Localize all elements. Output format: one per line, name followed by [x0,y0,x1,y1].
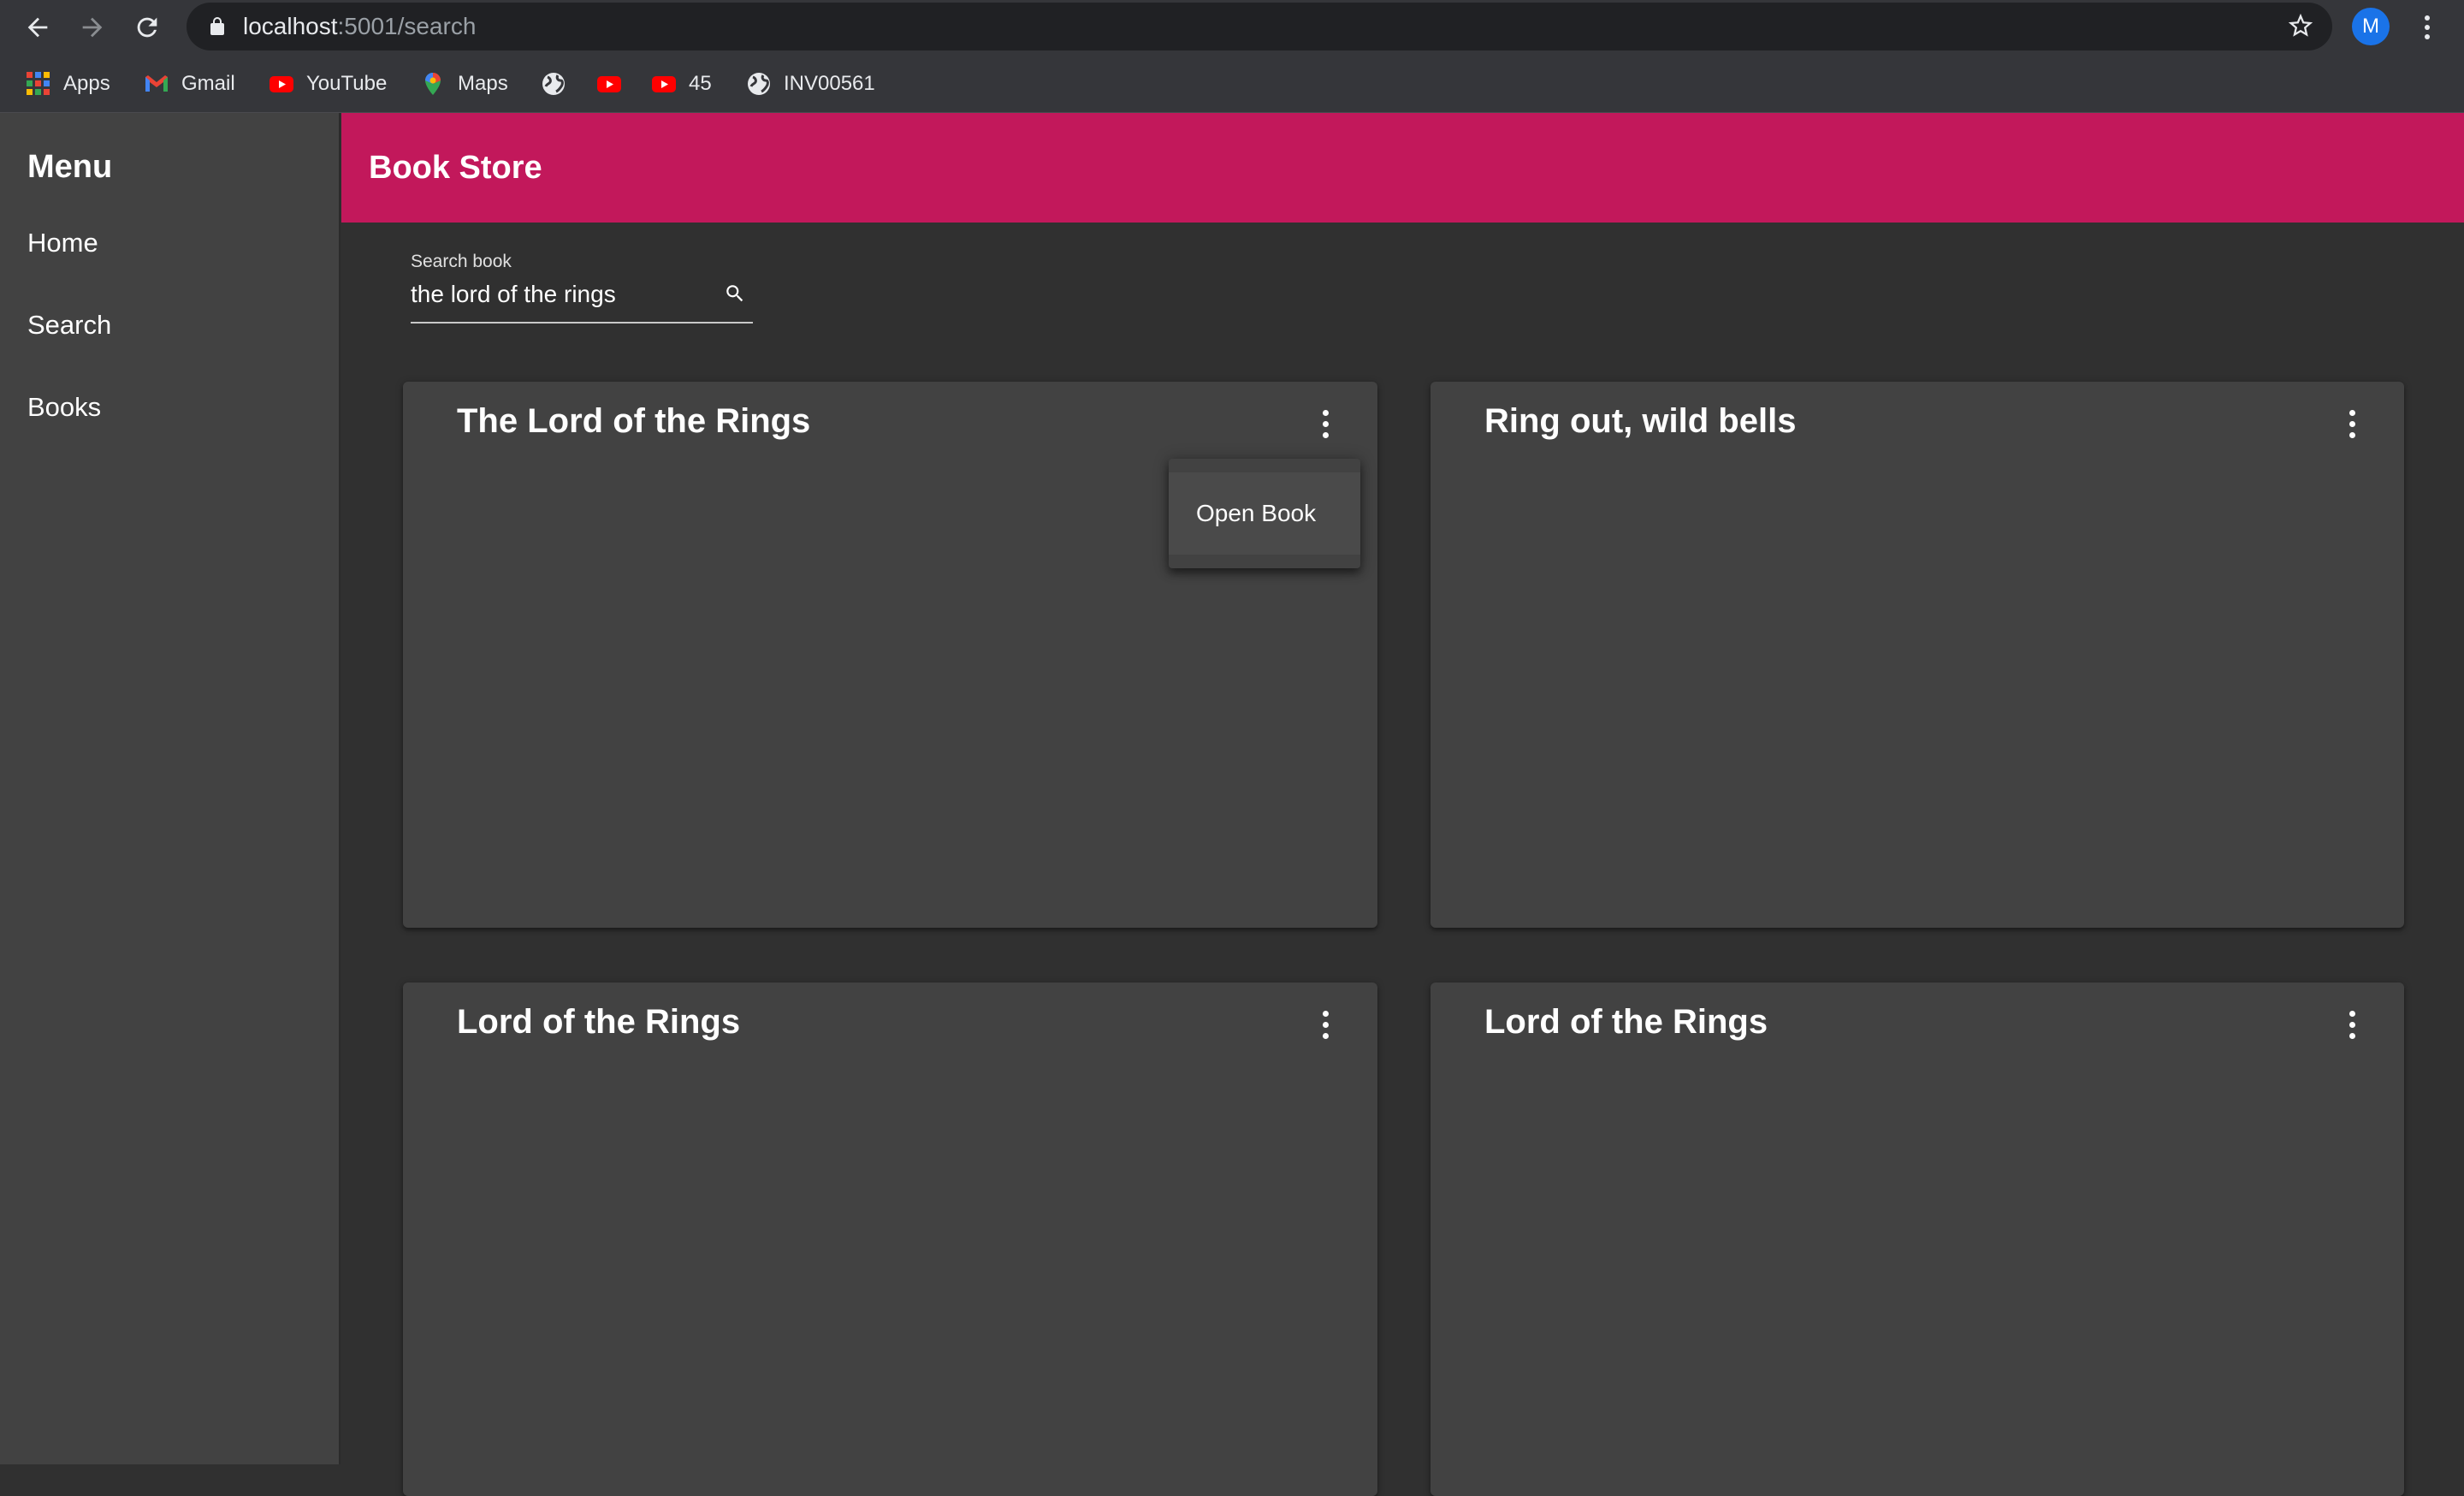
apps-grid-icon [27,72,50,95]
youtube-icon [652,76,676,92]
arrow-right-icon [82,17,103,38]
maps-pin-icon [425,73,441,95]
open-book-menu-item[interactable]: Open Book [1169,472,1360,555]
book-card: Lord of the Rings [1430,982,2404,1496]
bookmark-apps[interactable]: Apps [26,60,110,108]
book-title: The Lord of the Rings [457,402,811,440]
arrow-left-icon [27,17,48,38]
search-input[interactable] [411,277,710,312]
card-menu-button[interactable] [2331,402,2373,445]
sidebar-item-home[interactable]: Home [0,209,339,277]
address-bar[interactable]: localhost:5001/search [187,3,2332,50]
url-text: localhost:5001/search [243,13,477,39]
browser-menu-button[interactable] [2414,9,2440,46]
bookmarks-bar: Apps Gmail YouTube Maps 45 INV00561 [0,60,2464,108]
app-bar: Book Store [341,113,2464,223]
book-title: Lord of the Rings [457,1003,741,1041]
sidebar: Menu Home Search Books [0,113,341,1464]
gmail-icon [145,75,168,92]
browser-chrome: localhost:5001/search M Apps Gmail YouTu… [0,0,2464,113]
bookmark-maps[interactable]: Maps [420,60,508,108]
bookmark-globe[interactable] [541,60,566,108]
card-menu-button[interactable] [2331,1003,2373,1046]
bookmark-youtube[interactable]: YouTube [269,60,387,108]
sidebar-item-search[interactable]: Search [0,291,339,359]
sidebar-item-books[interactable]: Books [0,373,339,442]
card-menu-button[interactable] [1304,402,1347,445]
reload-icon [137,17,157,38]
youtube-icon [597,76,621,92]
book-card: Lord of the Rings [403,982,1377,1496]
sidebar-title: Menu [27,149,113,185]
card-context-menu: Open Book [1169,459,1360,568]
bookmark-inv[interactable]: INV00561 [746,60,875,108]
back-button[interactable] [19,9,56,46]
globe-icon [748,73,770,95]
lock-icon [210,17,224,35]
youtube-icon [270,76,293,92]
bookmark-youtube-2[interactable] [596,60,622,108]
reload-button[interactable] [128,9,166,46]
card-menu-button[interactable] [1304,1003,1347,1046]
search-underline [411,322,753,324]
star-icon[interactable] [2286,11,2315,40]
forward-button[interactable] [74,9,111,46]
bookmark-gmail[interactable]: Gmail [144,60,235,108]
globe-icon [542,73,565,95]
bookmark-youtube-45[interactable]: 45 [651,60,712,108]
book-title: Lord of the Rings [1484,1003,1768,1041]
profile-avatar[interactable]: M [2352,8,2390,45]
search-field: Search book [411,252,753,325]
app-title: Book Store [369,150,542,186]
book-card: Ring out, wild bells [1430,382,2404,928]
search-icon[interactable] [724,282,746,305]
browser-toolbar: localhost:5001/search M [0,0,2464,55]
search-label: Search book [411,252,512,271]
book-title: Ring out, wild bells [1484,402,1797,440]
